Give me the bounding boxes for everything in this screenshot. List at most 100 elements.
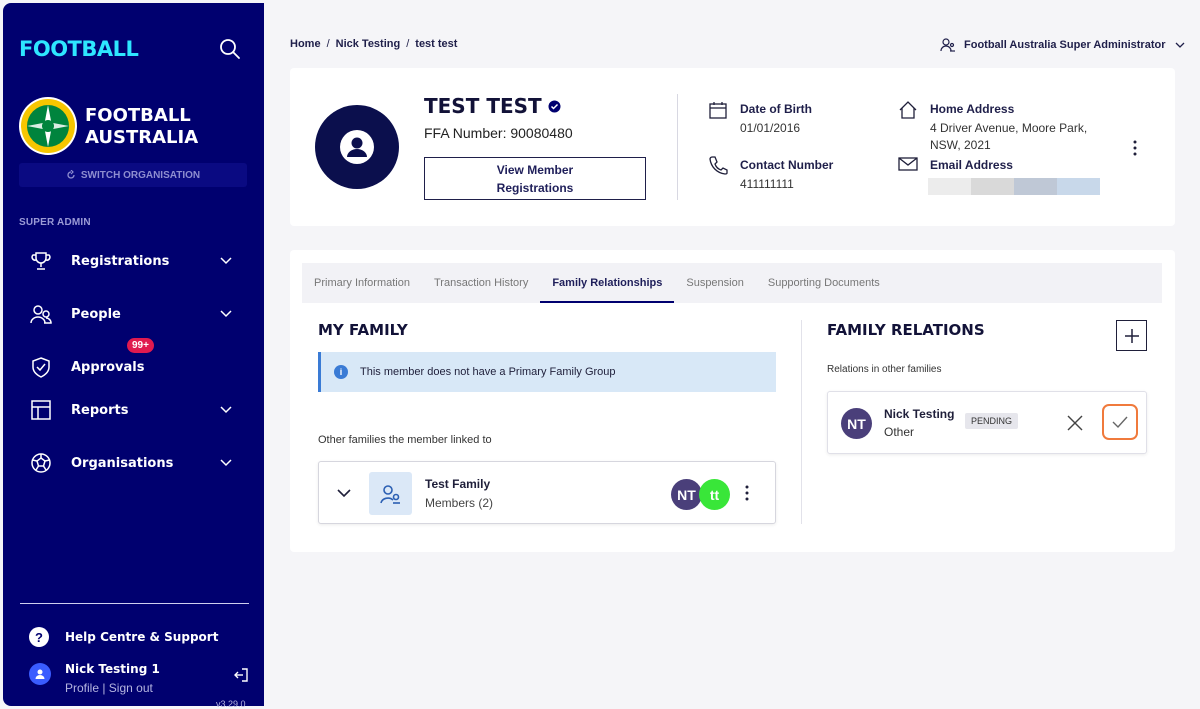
sidebar-divider: [20, 603, 249, 604]
relations-subtitle: Relations in other families: [827, 364, 942, 375]
chevron-down-icon: [220, 257, 232, 265]
sidebar-item-approvals[interactable]: Approvals 99+: [19, 338, 247, 384]
contact-label: Contact Number: [740, 158, 834, 172]
email-address: Email Address: [930, 158, 1013, 172]
tab-transaction-history[interactable]: Transaction History: [422, 263, 540, 303]
dob-value: 01/01/2016: [740, 121, 801, 135]
sidebar-item-label: Approvals: [71, 359, 145, 375]
breadcrumb-separator: /: [406, 38, 410, 50]
member-profile-card: TEST TEST FFA Number: 90080480 View Memb…: [290, 68, 1175, 226]
relation-type: Other: [884, 425, 915, 439]
calendar-icon: [708, 100, 728, 125]
member-details-card: Primary Information Transaction History …: [290, 250, 1175, 552]
tab-supporting-documents[interactable]: Supporting Documents: [756, 263, 892, 303]
relation-avatar: NT: [841, 408, 872, 439]
user-avatar-icon[interactable]: [29, 663, 51, 685]
member-name-text: TEST TEST: [424, 94, 542, 118]
logout-icon[interactable]: [233, 667, 249, 688]
check-icon: [1112, 416, 1128, 429]
people-icon: [27, 300, 55, 328]
sidebar-item-people[interactable]: People: [19, 297, 247, 331]
address-line1: 4 Driver Avenue, Moore Park,: [930, 121, 1088, 135]
button-label-line2: Registrations: [496, 180, 574, 195]
tab-suspension[interactable]: Suspension: [674, 263, 756, 303]
button-label-line1: View Member: [496, 162, 574, 177]
family-group-icon: [369, 472, 412, 515]
more-options-icon[interactable]: [1128, 138, 1142, 163]
user-name: Nick Testing 1: [65, 662, 160, 676]
sidebar-item-label: Organisations: [71, 455, 174, 471]
primary-family-alert: i This member does not have a Primary Fa…: [318, 352, 776, 392]
email-label: Email Address: [930, 158, 1013, 172]
more-options-icon[interactable]: [740, 484, 754, 509]
sidebar-item-organisations[interactable]: Organisations: [19, 446, 247, 480]
home-icon: [898, 100, 918, 125]
plus-icon: [1124, 328, 1139, 343]
role-selector[interactable]: Football Australia Super Administrator: [940, 37, 1186, 53]
org-name-line1: FOOTBALL: [85, 105, 191, 126]
user-role-icon: [940, 38, 955, 52]
help-icon: ?: [29, 627, 49, 647]
org-name-line2: AUSTRALIA: [85, 127, 199, 148]
sidebar: FOOTBALL FOOTBALL AUSTRALIA SWITCH ORGAN…: [3, 3, 264, 709]
family-name: Test Family: [425, 477, 491, 491]
breadcrumb-separator: /: [326, 38, 330, 50]
sidebar-item-label: People: [71, 306, 121, 322]
sidebar-item-label: Registrations: [71, 253, 170, 269]
status-badge: PENDING: [965, 413, 1019, 429]
breadcrumb-home[interactable]: Home: [290, 38, 321, 50]
date-of-birth: Date of Birth 01/01/2016: [740, 102, 812, 137]
verified-icon: [548, 100, 561, 112]
shield-check-icon: [27, 353, 55, 381]
sidebar-item-registrations[interactable]: Registrations: [19, 244, 247, 278]
role-label: Football Australia Super Administrator: [964, 39, 1166, 51]
mail-icon: [898, 156, 918, 177]
chevron-down-icon: [220, 310, 232, 318]
chevron-down-icon[interactable]: [335, 484, 353, 507]
email-value-redacted: [928, 178, 1100, 195]
member-avatar: NT: [671, 479, 702, 510]
linked-families-label: Other families the member linked to: [318, 434, 492, 446]
table-icon: [27, 396, 55, 424]
approve-relation-button[interactable]: [1102, 404, 1138, 440]
switch-organisation-label: SWITCH ORGANISATION: [80, 169, 201, 181]
dob-label: Date of Birth: [740, 102, 812, 116]
tab-primary-information[interactable]: Primary Information: [302, 263, 422, 303]
ffa-number: FFA Number: 90080480: [424, 125, 573, 141]
app-version: v3.29.0: [216, 699, 246, 709]
breadcrumb: Home / Nick Testing / test test: [290, 38, 457, 50]
contact-number: Contact Number 411111111: [740, 158, 833, 193]
refresh-icon: [67, 170, 75, 179]
help-centre-label: Help Centre & Support: [65, 630, 219, 644]
tab-family-relationships[interactable]: Family Relationships: [540, 263, 675, 303]
user-circle-icon: [340, 130, 374, 164]
chevron-down-icon: [220, 406, 232, 414]
view-member-registrations-button[interactable]: View Member Registrations: [424, 157, 646, 200]
phone-icon: [708, 155, 728, 180]
chevron-down-icon: [1175, 42, 1184, 48]
address-line2: NSW, 2021: [930, 138, 991, 152]
add-relation-button[interactable]: [1116, 320, 1147, 351]
approvals-count-badge: 99+: [127, 338, 154, 353]
profile-signout-links[interactable]: Profile | Sign out: [65, 681, 153, 695]
close-icon: [1067, 415, 1083, 431]
search-icon[interactable]: [219, 38, 243, 62]
trophy-icon: [27, 247, 55, 275]
reject-relation-button[interactable]: [1066, 414, 1084, 437]
breadcrumb-nick-testing[interactable]: Nick Testing: [336, 38, 401, 50]
help-centre-link[interactable]: ? Help Centre & Support: [29, 627, 218, 647]
section-label: SUPER ADMIN: [19, 217, 91, 228]
my-family-title: MY FAMILY: [318, 321, 408, 339]
address-label: Home Address: [930, 102, 1015, 116]
organisation-logo: [19, 97, 77, 155]
organisation-name: FOOTBALL AUSTRALIA: [85, 105, 198, 149]
sidebar-item-reports[interactable]: Reports: [19, 393, 247, 427]
family-row[interactable]: Test Family Members (2) NT tt: [318, 461, 776, 524]
profile-divider: [677, 94, 678, 200]
family-member-count: Members (2): [425, 496, 494, 510]
home-address: Home Address 4 Driver Avenue, Moore Park…: [930, 102, 1087, 154]
brand-logo-text[interactable]: FOOTBALL: [19, 37, 139, 61]
switch-organisation-button[interactable]: SWITCH ORGANISATION: [19, 163, 247, 187]
member-avatar: tt: [699, 479, 730, 510]
breadcrumb-current: test test: [415, 38, 458, 50]
